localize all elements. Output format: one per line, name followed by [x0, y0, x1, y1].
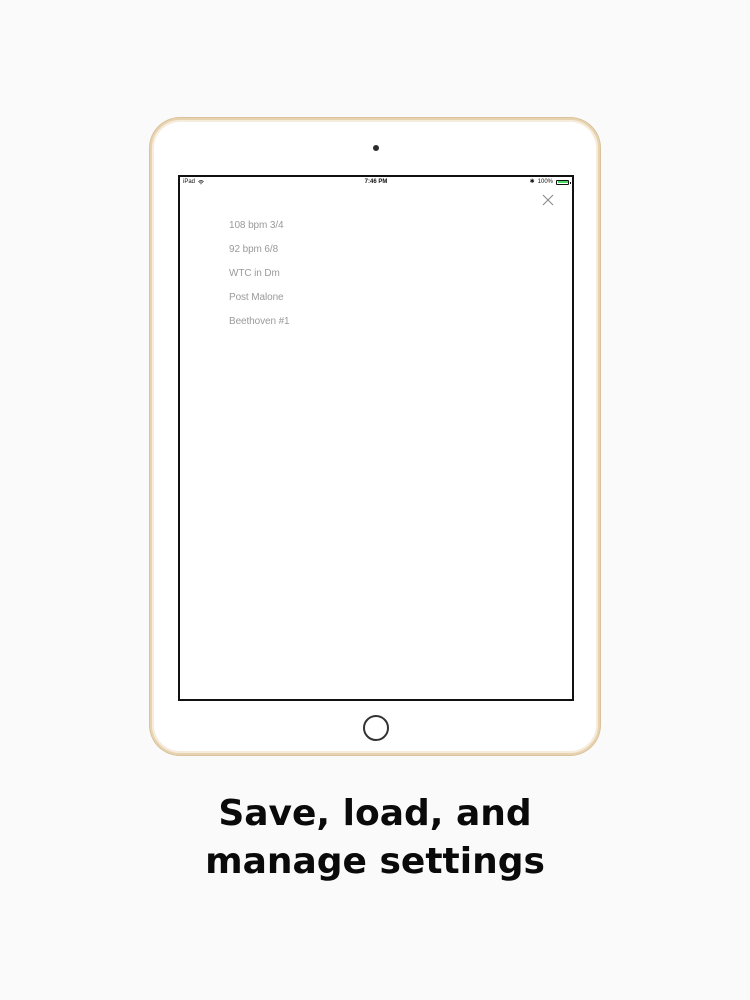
close-icon: [542, 194, 554, 206]
battery-fill: [557, 181, 568, 183]
app-screen: iPad 7:46 PM ✱ 100% 108 bpm 3/4 92 bpm 6…: [178, 175, 574, 701]
settings-item[interactable]: 108 bpm 3/4: [229, 220, 290, 244]
status-right: ✱ 100%: [529, 179, 571, 185]
caption-line-1: Save, load, and: [218, 793, 532, 834]
home-button: [363, 715, 389, 741]
close-button[interactable]: [541, 193, 555, 207]
battery-percent: 100%: [537, 179, 553, 185]
caption-line-2: manage settings: [205, 841, 545, 882]
promo-caption: Save, load, and manage settings: [0, 790, 750, 886]
settings-item[interactable]: Beethoven #1: [229, 316, 290, 340]
battery-tip: [569, 181, 571, 184]
status-bar: iPad 7:46 PM ✱ 100%: [180, 177, 572, 189]
settings-item[interactable]: WTC in Dm: [229, 268, 290, 292]
settings-item[interactable]: Post Malone: [229, 292, 290, 316]
battery-icon: [556, 179, 571, 185]
front-camera: [373, 145, 379, 151]
settings-item[interactable]: 92 bpm 6/8: [229, 244, 290, 268]
status-time: 7:46 PM: [364, 179, 388, 185]
ipad-frame: iPad 7:46 PM ✱ 100% 108 bpm 3/4 92 bpm 6…: [150, 118, 600, 755]
saved-settings-list: 108 bpm 3/4 92 bpm 6/8 WTC in Dm Post Ma…: [229, 220, 290, 340]
bluetooth-icon: ✱: [529, 179, 535, 185]
